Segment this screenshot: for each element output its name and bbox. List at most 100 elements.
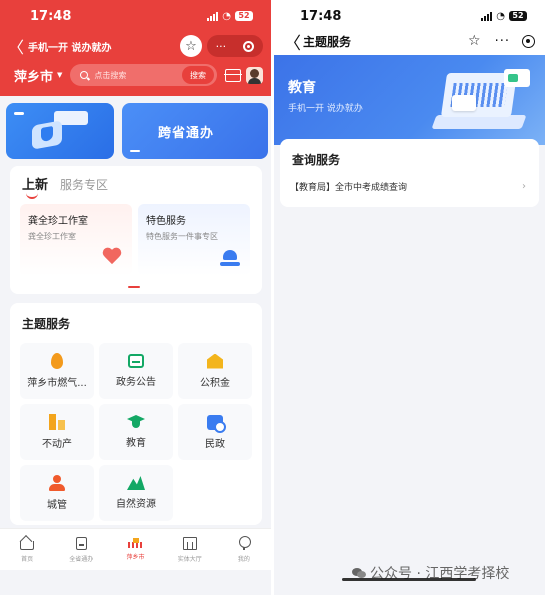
theme-grid: 萍乡市燃气... 政务公告 公积金 不动产 教育 民政 城管 自然资源 [20,343,252,521]
miniapp-nav-bar: 〈 手机一开 说办就办 ☆ ··· [0,33,271,59]
chevron-down-icon[interactable]: ▼ [57,71,62,79]
back-icon[interactable]: 〈 [8,34,24,58]
card-gong-quanzhen-studio[interactable]: 龚全珍工作室 龚全珍工作室 [20,204,132,276]
miniapp-capsule[interactable]: ··· [207,35,263,57]
card-title: 龚全珍工作室 [28,216,88,227]
card-subtitle: 龚全珍工作室 [28,232,76,241]
card-title: 特色服务 [146,216,186,227]
floating-card-illustration [504,69,530,87]
housing-fund-icon [207,353,223,369]
more-icon[interactable]: ··· [216,40,227,53]
tab-home[interactable]: 首页 [0,529,54,570]
query-services-card: 查询服务 【教育局】全市中考成绩查询 › [280,139,539,207]
profile-icon [238,536,251,550]
theme-item-announcements[interactable]: 政务公告 [99,343,173,399]
real-estate-icon [49,414,65,430]
star-icon[interactable]: ☆ [468,33,481,49]
theme-item-gas[interactable]: 萍乡市燃气... [20,343,94,399]
tab-new[interactable]: 上新 [22,174,48,199]
page-indicator [128,286,140,288]
left-phone-screen: 17:48 ◔ 52 〈 手机一开 说办就办 ☆ ··· 萍乡市 ▼ 点击搜索 … [0,0,271,595]
theme-item-label: 不动产 [42,439,72,450]
system-indicators: ◔ 52 [207,11,253,22]
tab-service-hall[interactable]: 实体大厅 [163,529,217,570]
wifi-icon: ◔ [496,10,505,22]
theme-services-card: 主题服务 萍乡市燃气... 政务公告 公积金 不动产 教育 民政 城管 自然资源 [10,303,262,525]
shield-icon [32,120,62,150]
search-icon [80,71,89,79]
list-item-exam-results[interactable]: 【教育局】全市中考成绩查询 › [290,177,526,195]
tab-service-zone[interactable]: 服务专区 [60,176,108,193]
card-subtitle: 特色服务一件事专区 [146,232,218,241]
mountain-icon [127,476,145,490]
left-red-header: 17:48 ◔ 52 〈 手机一开 说办就办 ☆ ··· 萍乡市 ▼ 点击搜索 … [0,0,271,96]
theme-item-label: 民政 [205,438,225,450]
back-icon[interactable]: 〈 [284,29,301,54]
tab-label: 实体大厅 [177,555,202,563]
graduation-cap-icon [127,415,145,429]
avatar[interactable] [246,66,263,84]
signal-icon [207,11,219,21]
card-featured-services[interactable]: 特色服务 特色服务一件事专区 [138,204,250,276]
theme-item-civil-affairs[interactable]: 民政 [178,404,252,460]
civil-affairs-icon [207,414,226,433]
home-icon [20,540,35,550]
banner-cross-province[interactable]: 跨省通办 [122,103,268,159]
theme-item-label: 公积金 [200,377,230,389]
system-indicators: ◔ 52 [481,11,527,22]
tab-label: 萍乡市 [126,554,145,561]
theme-item-housing-fund[interactable]: 公积金 [178,343,252,399]
theme-item-label: 城管 [47,500,67,511]
tab-province-wide[interactable]: 全省通办 [54,529,108,570]
search-button[interactable]: 搜索 [182,66,214,84]
chevron-right-icon: › [522,180,526,192]
close-target-icon[interactable] [243,40,255,52]
city-skyline-icon [127,538,144,548]
banner-security[interactable] [6,103,114,159]
star-icon[interactable]: ☆ [180,35,202,57]
section-title: 查询服务 [292,153,341,167]
tab-pingxiang[interactable]: 萍乡市 [108,529,162,570]
notice-board-icon [128,354,144,368]
service-bell-icon [220,250,240,266]
screenshot-root: 17:48 ◔ 52 〈 手机一开 说办就办 ☆ ··· 萍乡市 ▼ 点击搜索 … [0,0,545,595]
heart-hands-icon [102,248,122,266]
battery-icon: 52 [509,11,527,21]
city-selector[interactable]: 萍乡市 [14,66,53,85]
education-banner: 教育 手机一开 说办就办 [274,55,545,145]
scan-icon[interactable] [224,68,242,82]
close-target-icon[interactable] [522,34,535,48]
theme-item-education[interactable]: 教育 [99,404,173,460]
city-search-row: 萍乡市 ▼ 点击搜索 搜索 [0,62,271,88]
list-item-label: 【教育局】全市中考成绩查询 [290,182,408,193]
page-title: 主题服务 [303,34,352,49]
signal-icon [481,11,493,21]
new-services-card: 上新 服务专区 龚全珍工作室 龚全珍工作室 特色服务 特色服务一件事专区 [10,166,262,294]
banner-title: 跨省通办 [158,126,215,141]
theme-item-urban-management[interactable]: 城管 [20,465,94,521]
sparkle-icon [14,112,24,115]
more-icon[interactable]: ··· [495,34,510,49]
tab-label: 首页 [21,555,34,563]
section-tabs: 上新 服务专区 [22,174,108,199]
wechat-icon [352,567,366,579]
status-bar: 17:48 ◔ 52 [0,0,271,32]
urban-management-icon [49,475,65,491]
nav-title: 手机一开 说办就办 [28,42,112,54]
search-input[interactable]: 点击搜索 搜索 [70,64,217,86]
theme-item-natural-resources[interactable]: 自然资源 [99,465,173,521]
banner-subtitle: 手机一开 说办就办 [288,104,363,114]
search-placeholder: 点击搜索 [94,70,127,80]
wifi-icon: ◔ [222,10,231,22]
theme-item-real-estate[interactable]: 不动产 [20,404,94,460]
battery-icon: 52 [235,11,253,21]
tab-label: 全省通办 [69,555,94,563]
status-time: 17:48 [300,8,342,24]
tab-label: 我的 [237,556,250,563]
section-title: 主题服务 [22,317,71,331]
page-nav-bar: 〈 主题服务 ☆ ··· [274,27,545,55]
laptop-base-illustration [431,115,527,129]
banner-title: 教育 [288,80,316,96]
tab-me[interactable]: 我的 [217,529,271,570]
status-time: 17:48 [30,8,72,24]
